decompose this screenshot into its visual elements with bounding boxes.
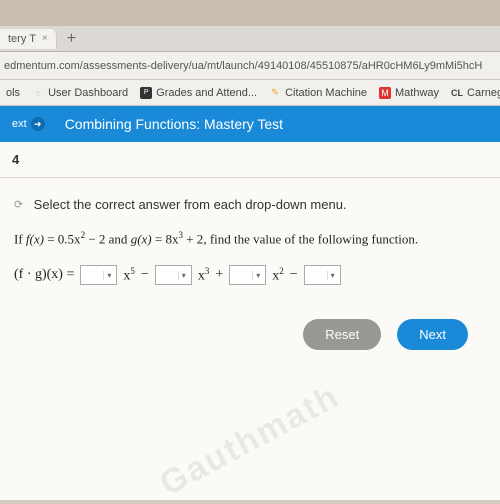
bookmark-label: ols — [6, 87, 20, 99]
bookmarks-bar: ols ◌ User Dashboard P Grades and Attend… — [0, 80, 500, 106]
bookmark-label: Grades and Attend... — [156, 87, 257, 99]
carnegie-icon: CL — [451, 87, 463, 99]
coeff-dropdown-1[interactable]: ▾ — [80, 265, 117, 285]
text: = 0.5x — [47, 231, 80, 246]
page-title: Combining Functions: Mastery Test — [51, 116, 494, 132]
citation-icon: ✎ — [269, 87, 281, 99]
reset-button[interactable]: Reset — [303, 319, 381, 350]
exponent: 2 — [81, 230, 86, 240]
question-given: If f(x) = 0.5x2 − 2 and g(x) = 8x3 + 2, … — [14, 230, 486, 247]
app-header: ext ➜ Combining Functions: Mastery Test — [0, 106, 500, 142]
address-bar[interactable]: edmentum.com/assessments-delivery/ua/mt/… — [0, 52, 500, 80]
bookmark-item[interactable]: CL Carnegie Le — [451, 87, 500, 99]
fx-label: f(x) — [26, 231, 44, 246]
browser-tab-strip: tery T × + — [0, 26, 500, 52]
bookmark-label: User Dashboard — [48, 87, 128, 99]
chevron-down-icon: ▾ — [178, 271, 189, 280]
question-instruction: Select the correct answer from each drop… — [34, 197, 347, 212]
chevron-down-icon: ▾ — [103, 271, 114, 280]
bookmark-item[interactable]: M Mathway — [379, 87, 439, 99]
device-bezel — [0, 0, 500, 26]
refresh-icon[interactable]: ⟳ — [14, 199, 23, 211]
text: − 2 — [88, 231, 108, 246]
bookmark-label: Mathway — [395, 87, 439, 99]
text: = 8x — [155, 231, 179, 246]
dashboard-icon: ◌ — [32, 87, 44, 99]
operator: + — [215, 267, 223, 283]
answer-expression: (f · g)(x) = ▾ x5 − ▾ x3 + — [14, 265, 486, 285]
mathway-icon: M — [379, 87, 391, 99]
exponent: 2 — [279, 266, 284, 276]
bookmark-label: Citation Machine — [285, 87, 367, 99]
bookmark-item[interactable]: P Grades and Attend... — [140, 87, 257, 99]
coeff-dropdown-4[interactable]: ▾ — [304, 265, 341, 285]
ext-label: ext — [12, 118, 27, 130]
gx-label: g(x) — [131, 231, 152, 246]
text: If — [14, 231, 26, 246]
close-icon[interactable]: × — [42, 33, 48, 44]
var: x — [198, 269, 205, 284]
coeff-dropdown-2[interactable]: ▾ — [155, 265, 192, 285]
browser-tab[interactable]: tery T × — [0, 29, 57, 49]
question-number: 4 — [0, 142, 500, 178]
button-row: Reset Next — [14, 319, 486, 350]
bookmark-item[interactable]: ols — [6, 87, 20, 99]
new-tab-button[interactable]: + — [57, 30, 86, 48]
coeff-dropdown-3[interactable]: ▾ — [229, 265, 266, 285]
arrow-right-icon: ➜ — [31, 117, 45, 131]
lhs-label: (f · g)(x) = — [14, 267, 74, 283]
exponent: 5 — [130, 266, 135, 276]
bookmark-item[interactable]: ◌ User Dashboard — [32, 87, 128, 99]
watermark: Gauthmath — [154, 377, 347, 504]
term-x5: x5 — [123, 266, 135, 285]
next-button[interactable]: Next — [397, 319, 468, 350]
tab-title: tery T — [8, 33, 36, 45]
chevron-down-icon: ▾ — [327, 271, 338, 280]
content-area: 4 ⟳ Select the correct answer from each … — [0, 142, 500, 500]
term-x3: x3 — [198, 266, 210, 285]
bookmark-item[interactable]: ✎ Citation Machine — [269, 87, 367, 99]
question-body: ⟳ Select the correct answer from each dr… — [0, 178, 500, 364]
text: and — [109, 231, 131, 246]
url-text: edmentum.com/assessments-delivery/ua/mt/… — [4, 60, 482, 72]
operator: − — [290, 267, 298, 283]
chevron-down-icon: ▾ — [252, 271, 263, 280]
grades-icon: P — [140, 87, 152, 99]
ext-button[interactable]: ext ➜ — [6, 115, 51, 133]
text: , find the value of the following functi… — [203, 231, 418, 246]
exponent: 3 — [205, 266, 210, 276]
bookmark-label: Carnegie Le — [467, 87, 500, 99]
exponent: 3 — [178, 230, 183, 240]
term-x2: x2 — [272, 266, 284, 285]
text: + 2 — [186, 231, 203, 246]
operator: − — [141, 267, 149, 283]
